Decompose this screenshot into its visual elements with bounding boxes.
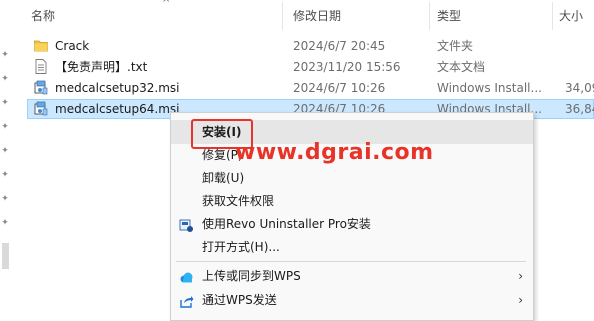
file-row[interactable]: medcalcsetup32.msi 2024/6/7 10:26 Window… <box>27 78 594 98</box>
wps-share-icon <box>179 293 194 308</box>
file-type: Windows Install... <box>437 81 542 95</box>
menu-item-label: 获取文件权限 <box>202 194 275 208</box>
menu-item-take-ownership[interactable]: 获取文件权限 <box>171 189 533 213</box>
file-type: 文本文档 <box>437 60 486 74</box>
menu-item-label: 打开方式(H)... <box>202 240 280 254</box>
watermark: www.dgrai.com <box>235 140 434 165</box>
menu-item-uninstall[interactable]: 卸载(U) <box>171 166 533 190</box>
menu-item-label: 卸载(U) <box>202 171 245 185</box>
file-date: 2024/6/7 20:45 <box>293 39 386 53</box>
pin-icon: ✦ <box>1 146 9 156</box>
pin-icon: ✦ <box>1 194 9 204</box>
sort-ascending-icon: ^ <box>162 0 171 9</box>
msi-installer-icon <box>34 101 48 116</box>
navigation-pane-edge: ✦ ✦ ✦ ✦ ✦ ✦ ✦ ✦ <box>0 0 11 321</box>
menu-item-label: 使用Revo Uninstaller Pro安装 <box>202 217 371 231</box>
file-name: 【免责声明】.txt <box>55 60 148 74</box>
column-type-header[interactable]: 类型 <box>437 0 461 32</box>
column-date-header[interactable]: 修改日期 <box>293 0 341 32</box>
wps-cloud-icon <box>179 269 194 284</box>
menu-item-label: 通过WPS发送 <box>202 293 277 307</box>
navigation-scrollbar[interactable] <box>2 243 9 269</box>
file-type: 文件夹 <box>437 39 474 53</box>
file-size: 34,09 <box>565 81 594 95</box>
column-divider[interactable] <box>429 2 430 30</box>
revo-uninstaller-icon <box>179 217 194 232</box>
file-name: medcalcsetup32.msi <box>55 81 180 95</box>
menu-item-label: 上传或同步到WPS <box>202 269 301 283</box>
pin-icon: ✦ <box>1 170 9 180</box>
folder-icon <box>34 38 48 53</box>
column-name-header[interactable]: 名称 <box>31 0 55 32</box>
file-date: 2023/11/20 15:56 <box>293 60 401 74</box>
pin-icon: ✦ <box>1 218 9 228</box>
menu-separator <box>176 261 526 262</box>
menu-item-revo-install[interactable]: 使用Revo Uninstaller Pro安装 <box>171 212 533 236</box>
pin-icon: ✦ <box>1 74 9 84</box>
file-name: Crack <box>55 39 90 53</box>
text-file-icon <box>34 59 48 74</box>
chevron-right-icon: › <box>518 269 523 283</box>
column-divider[interactable] <box>552 2 553 30</box>
menu-item-wps-upload[interactable]: 上传或同步到WPS › <box>171 264 533 288</box>
column-size-header[interactable]: 大小 <box>559 0 583 32</box>
file-name: medcalcsetup64.msi <box>55 102 180 116</box>
column-header: 名称 ^ 修改日期 类型 大小 <box>11 0 594 32</box>
menu-item-open-with[interactable]: 打开方式(H)... <box>171 235 533 259</box>
msi-installer-icon <box>34 80 48 95</box>
file-date: 2024/6/7 10:26 <box>293 81 386 95</box>
column-divider[interactable] <box>282 2 283 30</box>
file-row[interactable]: Crack 2024/6/7 20:45 文件夹 <box>27 36 594 56</box>
menu-item-wps-send[interactable]: 通过WPS发送 › <box>171 288 533 312</box>
pin-icon: ✦ <box>1 122 9 132</box>
chevron-right-icon: › <box>518 293 523 307</box>
pin-icon: ✦ <box>1 98 9 108</box>
file-size: 36,84 <box>565 102 594 116</box>
file-row[interactable]: 【免责声明】.txt 2023/11/20 15:56 文本文档 <box>27 57 594 77</box>
pin-icon: ✦ <box>1 50 9 60</box>
